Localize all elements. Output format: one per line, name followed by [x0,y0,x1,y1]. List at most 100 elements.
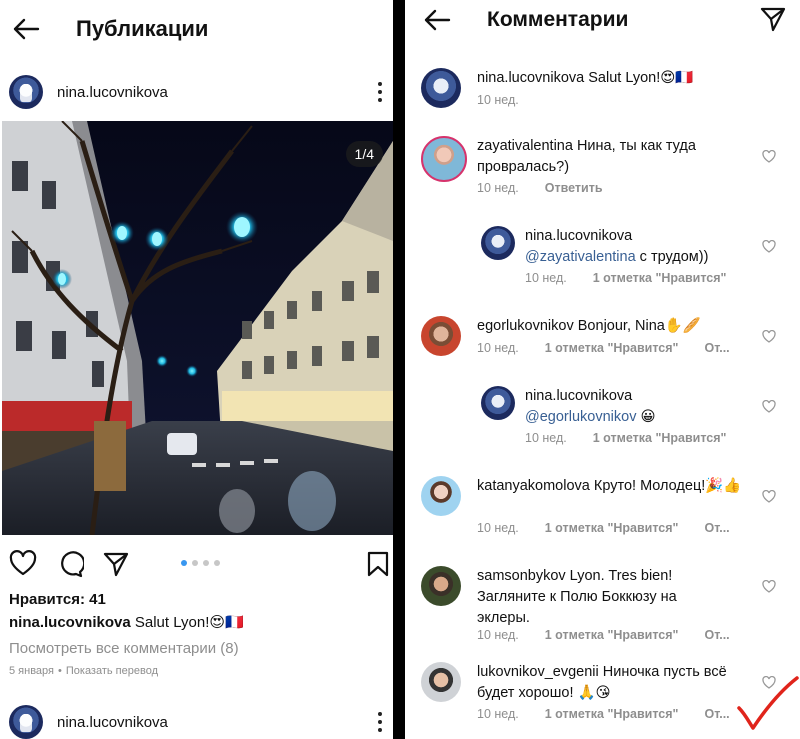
checkmark-annotation [735,672,799,730]
comment-username[interactable]: samsonbykov [477,568,566,584]
avatar[interactable] [481,226,515,260]
avatar[interactable] [421,316,461,356]
posts-topbar: Публикации [0,0,393,58]
comment-username[interactable]: nina.lucovnikova [525,388,632,404]
comment-item: egorlukovnikov Bonjour, Nina✋🥖 10 нед. 1 … [421,316,796,366]
likes-count[interactable]: 1 отметка "Нравится" [593,431,727,445]
post-photo[interactable]: 1/4 [2,121,393,535]
comment-meta: 10 нед. 1 отметка "Нравится" От... [477,341,756,355]
likes-count[interactable]: Нравится: 41 [9,591,106,608]
comment-meta: 10 нед. Ответить [477,181,629,195]
back-arrow-icon[interactable] [12,18,40,40]
comment-icon[interactable] [56,550,84,578]
post-author[interactable]: nina.lucovnikova [57,714,168,731]
comment-item: samsonbykov Lyon. Tres bien! Загляните к… [421,566,796,646]
comment-username[interactable]: zayativalentina [477,138,573,154]
reply-button[interactable]: От... [704,341,729,355]
comment-text: nina.lucovnikova @egorlukovnikov 😀 [525,388,656,425]
mention-link[interactable]: @egorlukovnikov [525,409,636,425]
carousel-dots [181,560,220,566]
post-author[interactable]: nina.lucovnikova [57,84,168,101]
show-translation-link[interactable]: Показать перевод [66,665,158,677]
bookmark-icon[interactable] [364,550,392,578]
send-icon[interactable] [760,6,786,32]
kebab-menu-icon[interactable] [377,82,383,102]
comment-time: 10 нед. [477,707,519,721]
comment-time: 10 нед. [525,431,567,445]
avatar[interactable] [421,566,461,606]
comment-time: 10 нед. [477,93,519,107]
avatar[interactable] [421,662,461,702]
comments-topbar: Комментарии [405,0,800,40]
comments-panel: Комментарии nina.lucovnikova Salut Lyon!… [405,0,800,739]
caption-username[interactable]: nina.lucovnikova [9,614,131,631]
likes-count[interactable]: 1 отметка "Нравится" [545,341,679,355]
likes-count[interactable]: 1 отметка "Нравится" [593,271,727,285]
post-header: nina.lucovnikova [0,70,393,114]
carousel-dot [214,560,220,566]
mention-link[interactable]: @zayativalentina [525,249,636,265]
likes-count[interactable]: 1 отметка "Нравится" [545,628,679,642]
carousel-dot [192,560,198,566]
reply-item: nina.lucovnikova @zayativalentina с трудо… [481,226,796,286]
reply-button[interactable]: Ответить [545,181,603,195]
reply-button[interactable]: От... [704,628,729,642]
comment-username[interactable]: lukovnikov_evgenii [477,664,599,680]
comment-text: nina.lucovnikova Salut Lyon!😍🇫🇷 [477,70,694,86]
comment-meta: 10 нед. 1 отметка "Нравится" От... [477,521,756,535]
comment-meta: 10 нед. 1 отметка "Нравится" [525,271,752,285]
comment-time: 10 нед. [477,341,519,355]
avatar[interactable] [481,386,515,420]
heart-icon[interactable] [762,400,776,413]
posts-panel: Публикации nina.lucovnikova 1/4 Нравится… [0,0,393,739]
comment-caption: nina.lucovnikova Salut Lyon!😍🇫🇷 10 нед. [421,68,791,118]
next-post-header: nina.lucovnikova [0,700,393,739]
comment-text: lukovnikov_evgenii Ниночка пусть всё буд… [477,664,727,701]
comment-username[interactable]: egorlukovnikov [477,318,574,334]
kebab-menu-icon[interactable] [377,712,383,732]
street-photo-illustration [2,121,393,535]
heart-icon[interactable] [762,330,776,343]
comment-username[interactable]: katanyakomolova [477,478,590,494]
comment-text: zayativalentina Нина, ты как туда провра… [477,138,696,175]
caption-text: Salut Lyon!😍🇫🇷 [130,614,244,631]
comment-text: egorlukovnikov Bonjour, Nina✋🥖 [477,318,701,334]
avatar[interactable] [9,705,43,739]
post-date: 5 января [9,665,54,677]
comment-meta: 10 нед. [477,93,545,107]
avatar[interactable] [421,136,467,182]
carousel-dot [203,560,209,566]
heart-icon[interactable] [762,240,776,253]
back-arrow-icon[interactable] [423,9,451,31]
reply-button[interactable]: От... [704,521,729,535]
comment-time: 10 нед. [477,521,519,535]
heart-icon[interactable] [9,550,37,578]
heart-icon[interactable] [762,580,776,593]
comment-time: 10 нед. [477,628,519,642]
comment-time: 10 нед. [477,181,519,195]
share-icon[interactable] [102,550,130,578]
comment-item: zayativalentina Нина, ты как туда провра… [421,136,796,200]
page-title: Комментарии [487,8,629,31]
heart-icon[interactable] [762,150,776,163]
comment-meta: 10 нед. 1 отметка "Нравится" От... [477,628,756,642]
comment-username[interactable]: nina.lucovnikova [525,228,632,244]
likes-count[interactable]: 1 отметка "Нравится" [545,521,679,535]
reply-button[interactable]: От... [704,707,729,721]
view-all-comments-link[interactable]: Посмотреть все комментарии (8) [9,640,239,657]
comment-text: katanyakomolova Круто! Молодец!🎉👍 [477,478,742,494]
avatar[interactable] [421,476,461,516]
comment-text: nina.lucovnikova @zayativalentina с трудо… [525,228,709,265]
heart-icon[interactable] [762,490,776,503]
post-caption: nina.lucovnikova Salut Lyon!😍🇫🇷 [9,613,244,631]
page-title: Публикации [76,16,209,41]
comment-time: 10 нед. [525,271,567,285]
comment-item: katanyakomolova Круто! Молодец!🎉👍 10 нед… [421,476,796,540]
avatar[interactable] [421,68,461,108]
post-actions [0,545,393,581]
avatar[interactable] [9,75,43,109]
comment-username[interactable]: nina.lucovnikova [477,70,584,86]
comment-meta: 10 нед. 1 отметка "Нравится" От... [477,707,756,721]
likes-count[interactable]: 1 отметка "Нравится" [545,707,679,721]
comment-text: samsonbykov Lyon. Tres bien! Загляните к… [477,568,677,626]
